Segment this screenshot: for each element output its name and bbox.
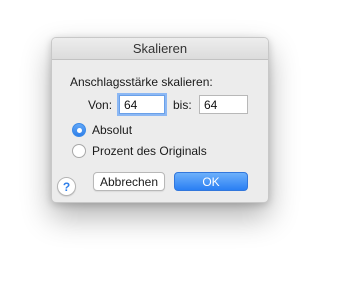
dialog-titlebar[interactable]: Skalieren	[52, 38, 268, 60]
radio-absolute[interactable]: Absolut	[72, 123, 132, 137]
question-mark-icon: ?	[62, 179, 71, 194]
scale-dialog: Skalieren Anschlagsstärke skalieren: Von…	[51, 37, 269, 203]
cancel-button-label: Abbrechen	[99, 174, 159, 189]
radio-percent-label: Prozent des Originals	[92, 144, 207, 158]
radio-percent-of-original[interactable]: Prozent des Originals	[72, 144, 207, 158]
ok-button[interactable]: OK	[174, 172, 248, 191]
radio-absolute-label: Absolut	[92, 123, 133, 137]
section-label: Anschlagsstärke skalieren:	[70, 75, 213, 89]
from-label: Von:	[88, 98, 113, 112]
radio-button-selected[interactable]	[72, 123, 86, 137]
dialog-title: Skalieren	[132, 41, 188, 56]
help-button[interactable]: ?	[57, 177, 76, 196]
to-label: bis:	[173, 98, 192, 112]
from-input[interactable]	[119, 95, 165, 114]
radio-button[interactable]	[72, 144, 86, 158]
to-input[interactable]	[199, 95, 248, 114]
ok-button-label: OK	[202, 174, 220, 189]
cancel-button[interactable]: Abbrechen	[93, 172, 165, 191]
